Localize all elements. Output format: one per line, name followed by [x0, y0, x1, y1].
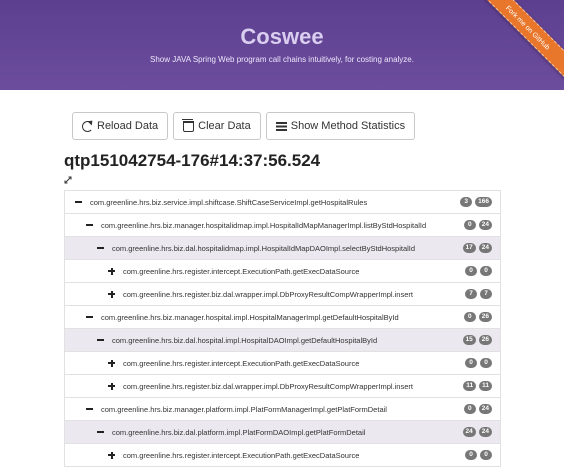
header-banner: Coswee Show JAVA Spring Web program call…	[0, 0, 564, 90]
expand-plus-icon[interactable]	[106, 265, 118, 277]
timing-badges: 0 24	[463, 220, 492, 230]
timing-badges: 0 26	[463, 312, 492, 322]
collapse-minus-icon[interactable]	[95, 426, 107, 438]
app-title: Coswee	[240, 24, 324, 49]
tree-row-label: com.greenline.hrs.register.intercept.Exe…	[123, 266, 360, 276]
tree-row[interactable]: com.greenline.hrs.biz.dal.hospitalidmap.…	[64, 236, 501, 260]
show-method-statistics-label: Show Method Statistics	[290, 120, 406, 132]
total-time-badge: 24	[478, 404, 492, 414]
timing-badges: 24 24	[462, 427, 492, 437]
timing-badges: 3 166	[460, 197, 492, 207]
total-time-badge: 24	[478, 220, 492, 230]
collapse-minus-icon[interactable]	[95, 334, 107, 346]
total-time-badge: 0	[480, 266, 492, 276]
self-time-badge: 0	[463, 220, 476, 230]
self-time-badge: 24	[462, 427, 476, 437]
total-time-badge: 24	[478, 427, 492, 437]
tree-row[interactable]: com.greenline.hrs.biz.service.impl.shift…	[64, 190, 501, 214]
self-time-badge: 7	[465, 289, 477, 299]
toolbar: Reload Data Clear Data Show Method Stati…	[72, 112, 416, 140]
tree-row[interactable]: com.greenline.hrs.register.intercept.Exe…	[64, 443, 501, 467]
list-icon	[275, 121, 287, 132]
self-time-badge: 3	[460, 197, 473, 207]
reload-data-button[interactable]: Reload Data	[72, 112, 169, 140]
tree-row-label: com.greenline.hrs.biz.manager.hospital.i…	[101, 312, 399, 322]
timing-badges: 15 26	[462, 335, 492, 345]
self-time-badge: 17	[462, 243, 476, 253]
tree-row[interactable]: com.greenline.hrs.register.biz.dal.wrapp…	[64, 374, 501, 398]
collapse-minus-icon[interactable]	[95, 242, 107, 254]
total-time-badge: 24	[478, 243, 492, 253]
timing-badges: 11 11	[463, 381, 492, 391]
total-time-badge: 0	[480, 450, 492, 460]
clear-data-label: Clear Data	[198, 120, 251, 132]
timing-badges: 0 24	[463, 404, 492, 414]
self-time-badge: 0	[463, 312, 476, 322]
tree-row[interactable]: com.greenline.hrs.register.intercept.Exe…	[64, 259, 501, 283]
refresh-icon	[82, 120, 93, 132]
app-subtitle: Show JAVA Spring Web program call chains…	[150, 55, 414, 64]
tree-row[interactable]: com.greenline.hrs.biz.dal.platform.impl.…	[64, 420, 501, 444]
show-method-statistics-button[interactable]: Show Method Statistics	[265, 112, 416, 140]
total-time-badge: 11	[479, 381, 492, 391]
self-time-badge: 0	[463, 404, 476, 414]
tree-row-label: com.greenline.hrs.biz.manager.hospitalid…	[101, 220, 427, 230]
collapse-minus-icon[interactable]	[84, 219, 96, 231]
total-time-badge: 26	[478, 312, 492, 322]
timing-badges: 77	[465, 289, 492, 299]
self-time-badge: 0	[465, 358, 477, 368]
tree-row[interactable]: com.greenline.hrs.biz.dal.hospital.impl.…	[64, 328, 501, 352]
tree-row-label: com.greenline.hrs.register.intercept.Exe…	[123, 450, 360, 460]
tree-row[interactable]: com.greenline.hrs.biz.manager.hospital.i…	[64, 305, 501, 329]
page-title: qtp151042754-176#14:37:56.524	[64, 151, 321, 170]
tree-row-label: com.greenline.hrs.register.biz.dal.wrapp…	[123, 381, 413, 391]
tree-row[interactable]: com.greenline.hrs.biz.manager.hospitalid…	[64, 213, 501, 237]
collapse-minus-icon[interactable]	[84, 403, 96, 415]
tree-row[interactable]: com.greenline.hrs.register.biz.dal.wrapp…	[64, 282, 501, 306]
tree-row-label: com.greenline.hrs.register.biz.dal.wrapp…	[123, 289, 413, 299]
collapse-minus-icon[interactable]	[84, 311, 96, 323]
timing-badges: 00	[465, 450, 492, 460]
expand-plus-icon[interactable]	[106, 380, 118, 392]
expand-plus-icon[interactable]	[106, 357, 118, 369]
total-time-badge: 166	[475, 197, 492, 207]
collapse-minus-icon[interactable]	[73, 196, 85, 208]
call-chain-tree: com.greenline.hrs.biz.service.impl.shift…	[64, 190, 501, 467]
clear-data-button[interactable]: Clear Data	[173, 112, 261, 140]
self-time-badge: 15	[462, 335, 476, 345]
self-time-badge: 0	[465, 450, 477, 460]
tree-row-label: com.greenline.hrs.biz.dal.hospital.impl.…	[112, 335, 378, 345]
tree-row-label: com.greenline.hrs.register.intercept.Exe…	[123, 358, 360, 368]
expand-plus-icon[interactable]	[106, 288, 118, 300]
self-time-badge: 0	[465, 266, 477, 276]
tree-row-label: com.greenline.hrs.biz.manager.platform.i…	[101, 404, 387, 414]
timing-badges: 00	[465, 266, 492, 276]
tree-row-label: com.greenline.hrs.biz.dal.hospitalidmap.…	[112, 243, 416, 253]
trash-icon	[182, 118, 195, 132]
tree-row[interactable]: com.greenline.hrs.register.intercept.Exe…	[64, 351, 501, 375]
reload-data-label: Reload Data	[97, 120, 159, 132]
expand-plus-icon[interactable]	[106, 449, 118, 461]
timing-badges: 00	[465, 358, 492, 368]
tree-row[interactable]: com.greenline.hrs.biz.manager.platform.i…	[64, 397, 501, 421]
self-time-badge: 11	[463, 381, 477, 391]
total-time-badge: 26	[478, 335, 492, 345]
total-time-badge: 7	[480, 289, 492, 299]
expand-arrows-icon[interactable]	[64, 176, 72, 184]
tree-row-label: com.greenline.hrs.biz.service.impl.shift…	[90, 197, 368, 207]
tree-row-label: com.greenline.hrs.biz.dal.platform.impl.…	[112, 427, 366, 437]
total-time-badge: 0	[480, 358, 492, 368]
timing-badges: 17 24	[462, 243, 492, 253]
